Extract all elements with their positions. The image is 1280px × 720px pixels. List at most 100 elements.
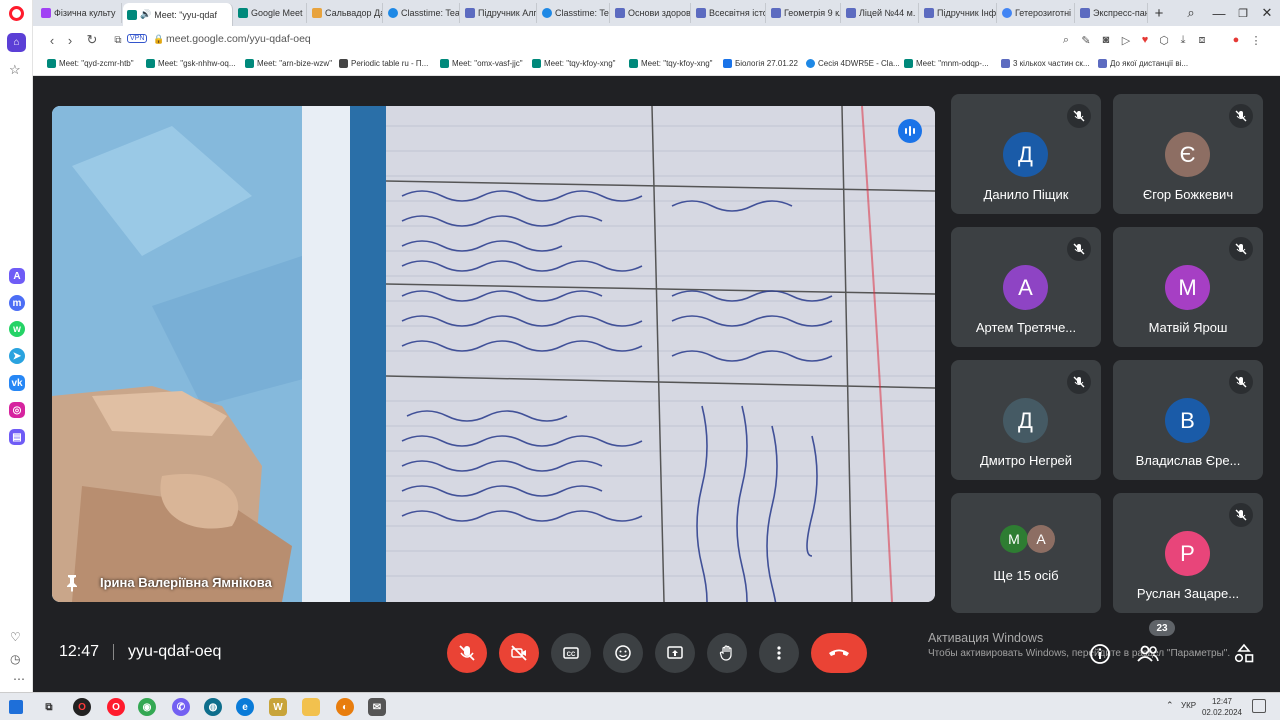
avatar: Є <box>1165 132 1210 177</box>
bookmark-favicon-icon <box>1001 59 1010 68</box>
heart-icon[interactable]: ♡ <box>10 630 21 644</box>
opera-gx-icon[interactable]: O <box>73 698 91 716</box>
vk-icon[interactable]: vk <box>9 375 25 391</box>
mail-icon[interactable]: ✉ <box>368 698 386 716</box>
bookmark-item[interactable]: Meet: "gsk-nhhw-oq... <box>146 59 236 68</box>
tab[interactable]: Google Meet <box>234 3 307 23</box>
edit-icon[interactable]: ✎ <box>1078 32 1094 48</box>
participant-tile[interactable]: Д Дмитро Негрей <box>951 360 1101 480</box>
more-participants-tile[interactable]: М А Ще 15 осіб <box>951 493 1101 613</box>
app-w-icon[interactable]: W <box>269 698 287 716</box>
bookmark-item[interactable]: Meet: "tqy-kfoy-xng" <box>532 59 615 68</box>
tab[interactable]: Всесвітня істор <box>692 3 766 23</box>
windows-start-icon[interactable] <box>9 700 23 714</box>
participant-tile[interactable]: В Владислав Єре... <box>1113 360 1263 480</box>
main-video-tile[interactable]: Ірина Валеріївна Ямнікова <box>52 106 935 602</box>
camera-toggle-button[interactable] <box>499 633 539 673</box>
mic-toggle-button[interactable] <box>447 633 487 673</box>
tab[interactable]: Classtime: Teac <box>538 3 610 23</box>
reload-button[interactable]: ↻ <box>83 31 101 49</box>
tab[interactable]: Гетерозиготні <box>998 3 1075 23</box>
participant-tile[interactable]: Є Єгор Божкевич <box>1113 94 1263 214</box>
bookmark-item[interactable]: Meet: "tqy-kfoy-xng" <box>629 59 712 68</box>
download-icon[interactable]: ⤓ <box>1175 32 1191 48</box>
bookmark-item[interactable]: Meet: "arn-bize-wzw" <box>245 59 332 68</box>
history-icon[interactable]: ◷ <box>10 652 20 666</box>
participant-tile[interactable]: А Артем Третяче... <box>951 227 1101 347</box>
meeting-details-button[interactable] <box>1087 641 1113 667</box>
bookmark-item[interactable]: Meet: "mnm-odqp-... <box>904 59 989 68</box>
people-button[interactable] <box>1135 641 1161 667</box>
home-icon[interactable]: ⌂ <box>7 33 26 52</box>
activities-button[interactable] <box>1231 641 1257 667</box>
bookmark-item[interactable]: До якої дистанції ві... <box>1098 59 1188 68</box>
blender-icon[interactable]: ◐ <box>336 698 354 716</box>
pin-icon[interactable] <box>64 574 80 592</box>
instagram-icon[interactable]: ◎ <box>9 402 25 418</box>
bookmark-item[interactable]: 3 кількох частин ск... <box>1001 59 1090 68</box>
present-button[interactable] <box>655 633 695 673</box>
tray-chevron-icon[interactable]: ⌃ <box>1166 700 1174 711</box>
reactions-button[interactable] <box>603 633 643 673</box>
search-tabs-icon[interactable]: ⌕ <box>1177 0 1205 26</box>
captions-button[interactable]: CC <box>551 633 591 673</box>
telegram-icon[interactable]: ➤ <box>9 348 25 364</box>
search-icon[interactable]: ⌕ <box>1058 32 1074 48</box>
cube-icon[interactable]: ⬡ <box>1156 32 1172 48</box>
tab[interactable]: Сальвадор Да <box>308 3 383 23</box>
tab-active[interactable]: 🔊 Meet: "yyu-qdaf <box>123 3 233 26</box>
chrome-icon[interactable]: ◉ <box>138 698 156 716</box>
new-tab-button[interactable]: + <box>1145 0 1173 26</box>
bookmark-item[interactable]: Periodic table ru - П... <box>339 59 428 68</box>
wikipedia-favicon-icon <box>339 59 348 68</box>
participant-tile[interactable]: Д Данило Піщик <box>951 94 1101 214</box>
more-icon[interactable]: ⋯ <box>13 672 25 686</box>
folder-icon[interactable] <box>302 698 320 716</box>
opera-icon[interactable]: O <box>107 698 125 716</box>
viber-icon[interactable]: ✆ <box>172 698 190 716</box>
url-field[interactable]: meet.google.com/yyu-qdaf-oeq <box>166 33 311 45</box>
leave-call-button[interactable] <box>811 633 867 673</box>
tab[interactable]: Геометрія 9 кл <box>767 3 841 23</box>
tab[interactable]: Підручник Інф <box>920 3 997 23</box>
tab[interactable]: Ліцей №44 м. <box>842 3 919 23</box>
tab[interactable]: Экспресс-пане <box>1076 3 1148 23</box>
edge-icon[interactable]: e <box>236 698 254 716</box>
language-indicator[interactable]: УКР <box>1181 701 1196 710</box>
extensions-icon[interactable]: ⧈ <box>1194 32 1210 48</box>
whatsapp-icon[interactable]: w <box>9 321 25 337</box>
app-icon[interactable]: ▤ <box>9 429 25 445</box>
vpn-badge[interactable]: VPN <box>127 34 148 43</box>
profile-icon[interactable]: ● <box>1228 32 1244 48</box>
participant-tile[interactable]: М Матвій Ярош <box>1113 227 1263 347</box>
back-button[interactable]: ‹ <box>43 31 61 49</box>
star-icon[interactable]: ☆ <box>9 62 21 78</box>
bookmark-item[interactable]: Meet: "qyd-zcmr-htb" <box>47 59 134 68</box>
raise-hand-button[interactable] <box>707 633 747 673</box>
clock-date: 02.02.2024 <box>1201 708 1243 717</box>
clock[interactable]: 12:47 02.02.2024 <box>1200 696 1244 718</box>
classtime-favicon-icon <box>388 8 398 18</box>
globe-icon[interactable]: ◍ <box>204 698 222 716</box>
tab[interactable]: Підручник Алг <box>461 3 537 23</box>
task-view-icon[interactable]: ⧉ <box>40 698 58 716</box>
tab[interactable]: Основи здоров <box>611 3 691 23</box>
menu-icon[interactable]: ⋮ <box>1248 32 1264 48</box>
messenger-icon[interactable]: m <box>9 295 25 311</box>
tab[interactable]: Classtime: Teac <box>384 3 460 23</box>
play-icon[interactable]: ▷ <box>1118 32 1134 48</box>
close-window-button[interactable]: ✕ <box>1253 0 1280 26</box>
bookmark-item[interactable]: Meet: "omx-vasf-jjc" <box>440 59 523 68</box>
tab[interactable]: Фізична культу <box>37 3 122 23</box>
camera-icon[interactable]: ◙ <box>1098 32 1114 48</box>
notifications-icon[interactable] <box>1252 699 1266 713</box>
participant-tile[interactable]: Р Руслан Зацаре... <box>1113 493 1263 613</box>
opera-logo-icon[interactable] <box>9 6 24 21</box>
more-options-button[interactable] <box>759 633 799 673</box>
aria-icon[interactable]: A <box>9 268 25 284</box>
forward-button[interactable]: › <box>61 31 79 49</box>
bookmark-item[interactable]: Біологія 27.01.22 <box>723 59 798 68</box>
bookmark-item[interactable]: Сесія 4DWR5E - Cla... <box>806 59 900 68</box>
bookmark-label: Сесія 4DWR5E - Cla... <box>818 59 900 68</box>
heart-icon[interactable]: ♥ <box>1137 32 1153 48</box>
